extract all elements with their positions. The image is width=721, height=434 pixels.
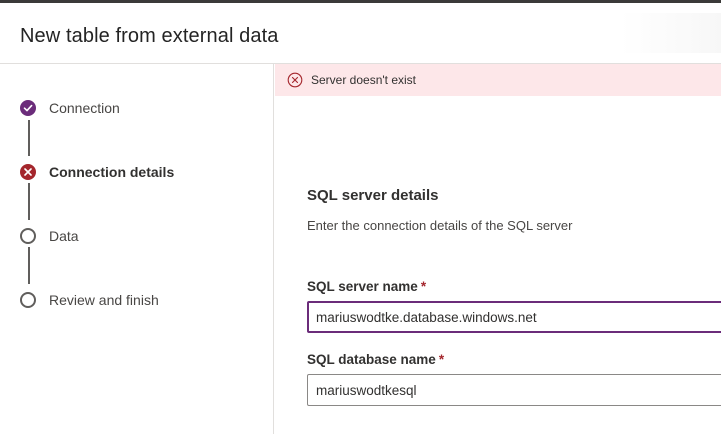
- error-message: Server doesn't exist: [311, 73, 417, 87]
- step-connector: [28, 247, 30, 284]
- required-marker: *: [420, 279, 427, 294]
- step-connection[interactable]: Connection: [20, 98, 120, 118]
- server-name-label-text: SQL server name: [307, 279, 418, 294]
- server-name-input[interactable]: [307, 301, 721, 333]
- step-connector: [28, 183, 30, 220]
- empty-circle-icon: [20, 228, 36, 244]
- dialog-header: New table from external data: [0, 3, 721, 64]
- database-name-input[interactable]: [307, 374, 721, 406]
- step-connector: [28, 120, 30, 156]
- step-review-and-finish[interactable]: Review and finish: [20, 290, 159, 310]
- step-label: Review and finish: [49, 292, 159, 308]
- error-x-icon: [20, 164, 36, 180]
- step-label: Connection: [49, 100, 120, 116]
- step-data[interactable]: Data: [20, 226, 79, 246]
- section-description: Enter the connection details of the SQL …: [307, 218, 573, 233]
- required-marker: *: [438, 352, 445, 367]
- section-title: SQL server details: [307, 187, 439, 204]
- step-connection-details[interactable]: Connection details: [20, 162, 174, 182]
- empty-circle-icon: [20, 292, 36, 308]
- database-name-label: SQL database name *: [307, 352, 444, 367]
- step-label: Data: [49, 228, 79, 244]
- step-label: Connection details: [49, 164, 175, 180]
- checkmark-icon: [20, 100, 36, 116]
- error-banner: Server doesn't exist: [275, 64, 721, 96]
- page-title: New table from external data: [20, 25, 279, 47]
- wizard-steps: Connection Connection details Data Revie…: [0, 64, 274, 434]
- error-circle-icon: [287, 72, 303, 88]
- header-fade: [621, 13, 721, 53]
- server-name-label: SQL server name *: [307, 279, 426, 294]
- database-name-label-text: SQL database name: [307, 352, 436, 367]
